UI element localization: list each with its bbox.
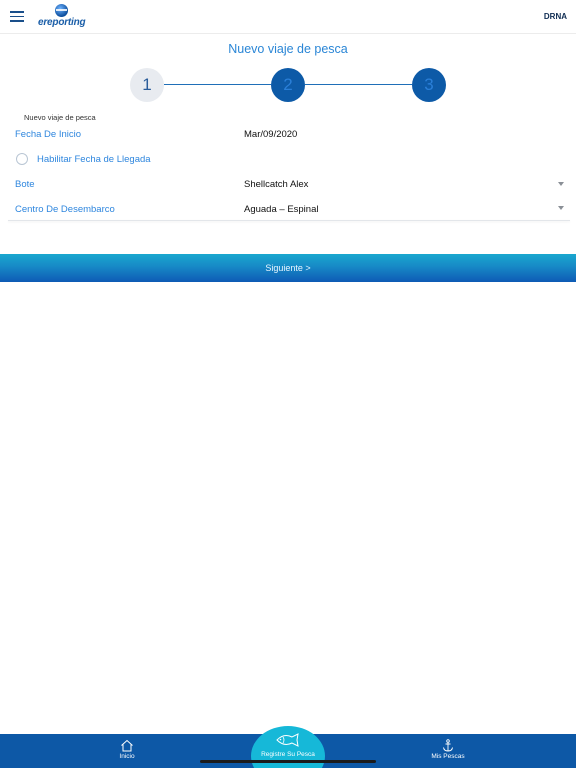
habilitar-llegada-radio[interactable] bbox=[16, 153, 28, 165]
form-section-title: Nuevo viaje de pesca bbox=[24, 113, 96, 122]
bote-label: Bote bbox=[15, 179, 35, 190]
step-3[interactable]: 3 bbox=[412, 68, 446, 102]
fish-icon bbox=[276, 733, 299, 747]
registre-su-pesca-label: Registre Su Pesca bbox=[261, 751, 315, 758]
stepper-connector-2 bbox=[305, 84, 412, 85]
step-1[interactable]: 1 bbox=[130, 68, 164, 102]
nav-mis-pescas-label: Mis Pescas bbox=[431, 753, 465, 760]
app-header: ereporting DRNA bbox=[0, 0, 576, 34]
ereporting-logo: ereporting bbox=[38, 4, 88, 30]
centro-dropdown-arrow-icon[interactable] bbox=[558, 206, 564, 210]
page-title: Nuevo viaje de pesca bbox=[228, 42, 348, 56]
fecha-inicio-label: Fecha De Inicio bbox=[15, 129, 82, 140]
next-button[interactable]: Siguiente > bbox=[0, 254, 576, 282]
nav-inicio-label: Inicio bbox=[119, 753, 135, 760]
hamburger-menu-icon[interactable] bbox=[10, 11, 24, 22]
nav-mis-pescas[interactable]: Mis Pescas bbox=[418, 739, 478, 760]
habilitar-llegada-label[interactable]: Habilitar Fecha de Llegada bbox=[37, 154, 151, 165]
anchor-icon bbox=[443, 739, 453, 752]
bote-select[interactable]: Shellcatch Alex bbox=[244, 179, 308, 190]
globe-icon bbox=[55, 4, 68, 17]
form-divider bbox=[8, 220, 570, 221]
bote-dropdown-arrow-icon[interactable] bbox=[558, 182, 564, 186]
home-icon bbox=[121, 739, 133, 752]
centro-desembarco-select[interactable]: Aguada – Espinal bbox=[244, 204, 318, 215]
header-agency-label: DRNA bbox=[543, 12, 567, 21]
logo-text: ereporting bbox=[38, 17, 86, 28]
stepper-connector-1 bbox=[164, 84, 271, 85]
progress-stepper: 1 2 3 bbox=[130, 68, 446, 102]
step-2[interactable]: 2 bbox=[271, 68, 305, 102]
home-indicator[interactable] bbox=[200, 760, 376, 763]
nav-inicio[interactable]: Inicio bbox=[97, 739, 157, 760]
centro-desembarco-label: Centro De Desembarco bbox=[15, 204, 115, 215]
fecha-inicio-value[interactable]: Mar/09/2020 bbox=[244, 129, 297, 140]
